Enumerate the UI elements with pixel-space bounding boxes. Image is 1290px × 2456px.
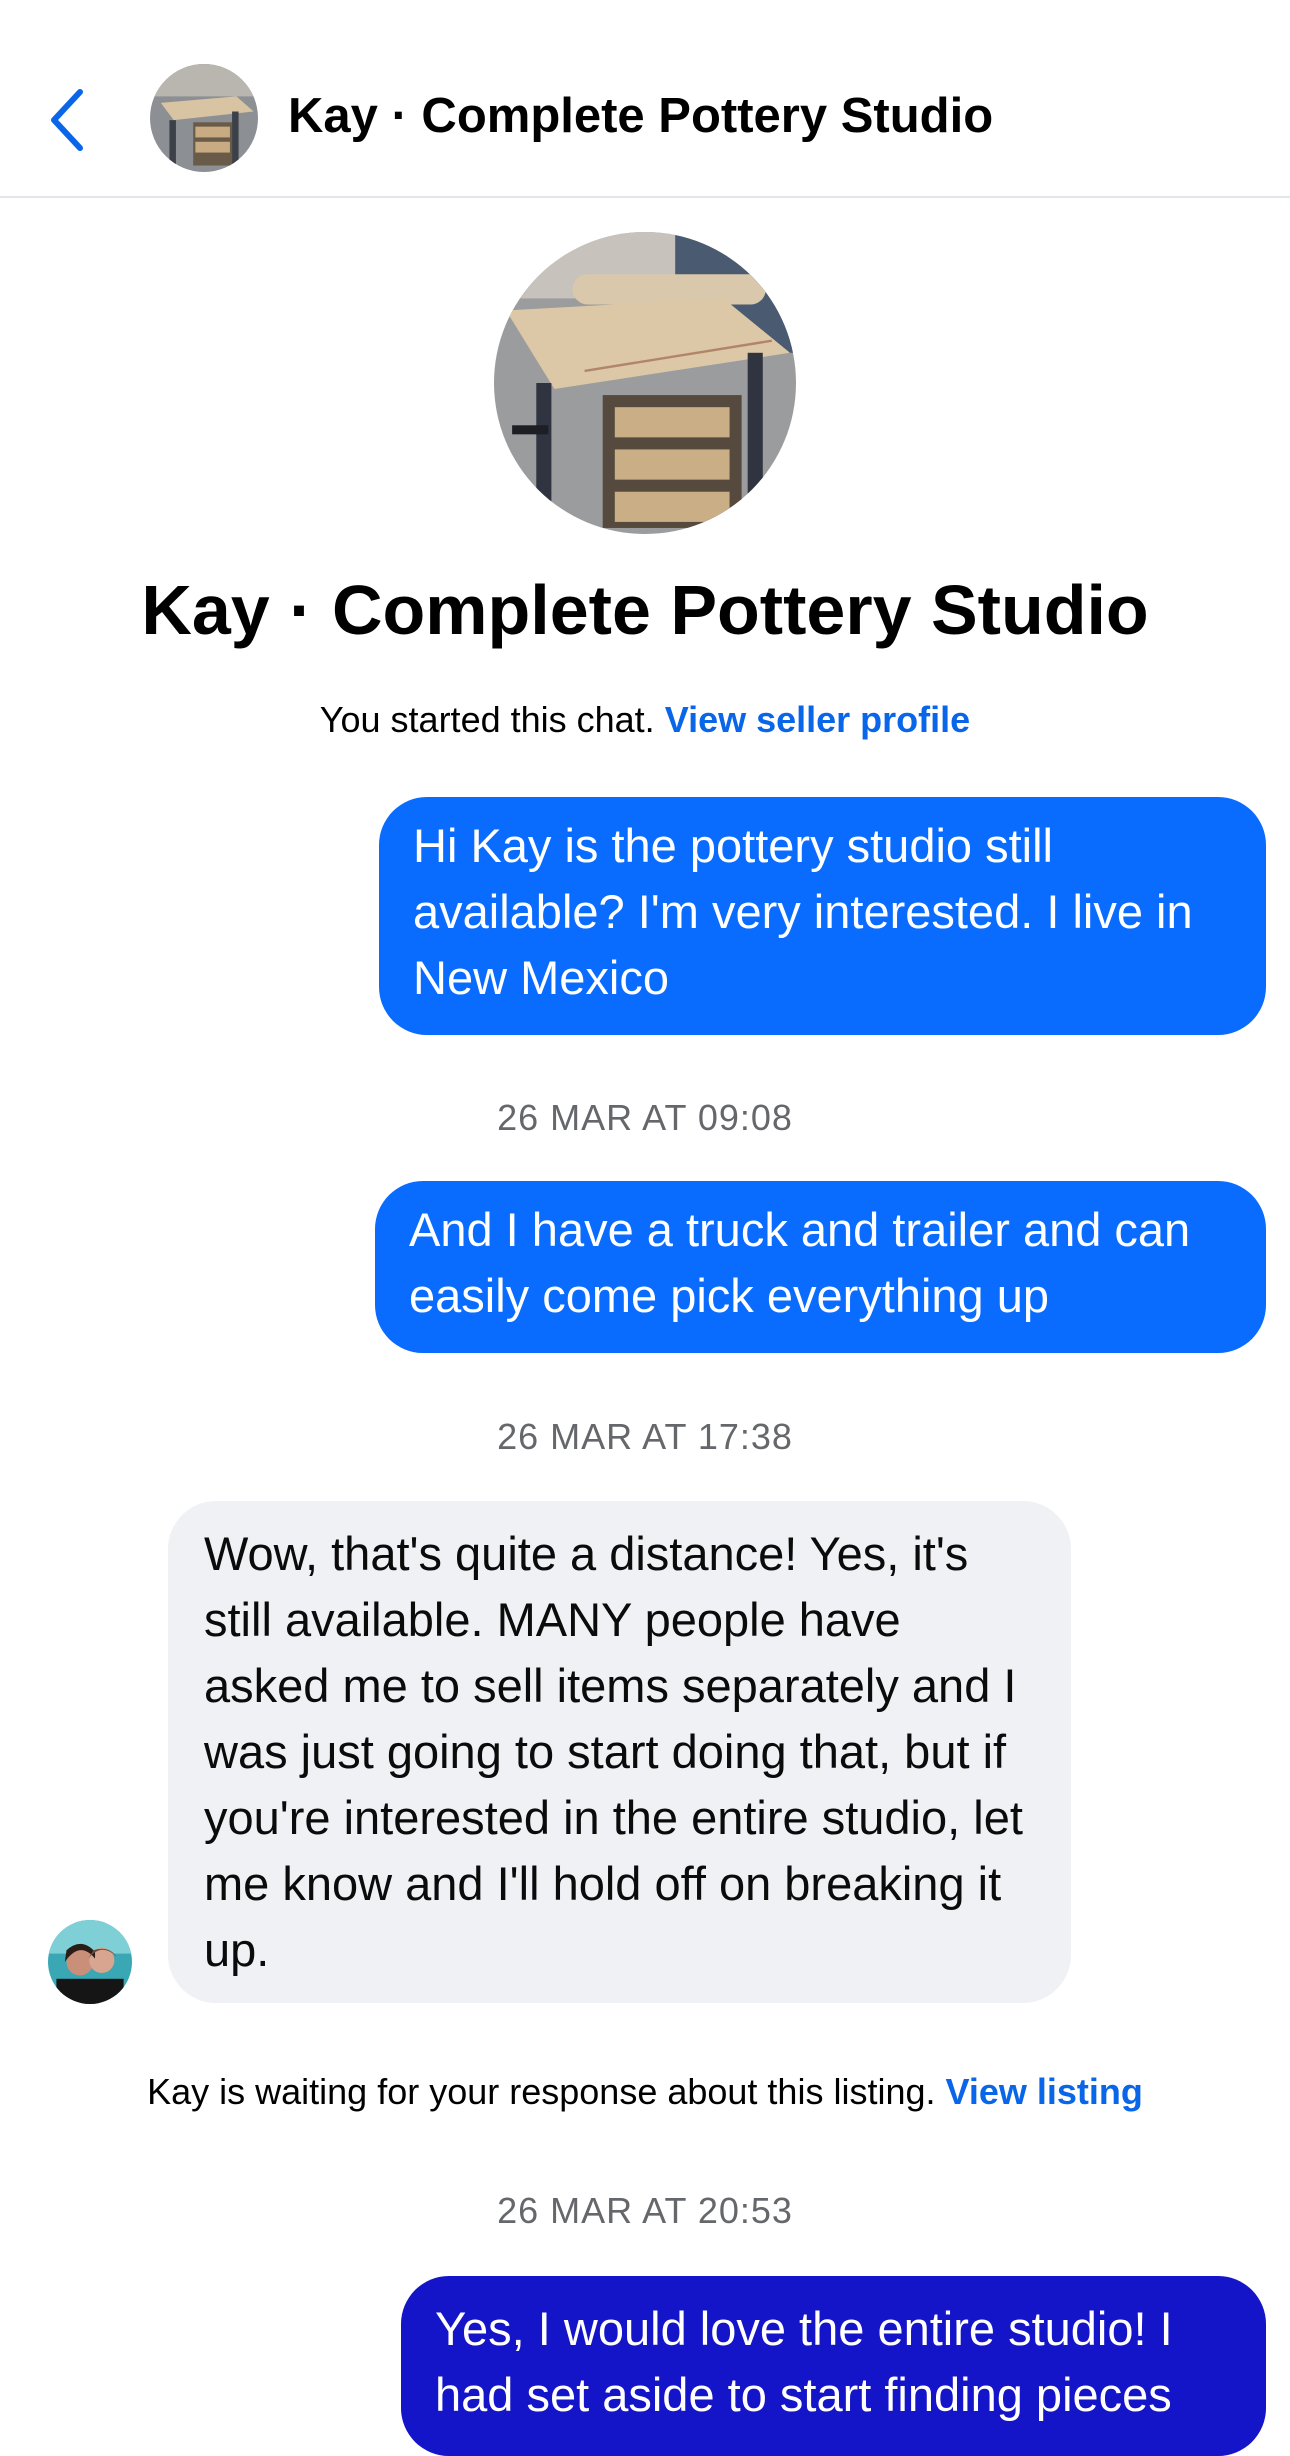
view-seller-profile-link[interactable]: View seller profile	[665, 699, 970, 740]
profile-avatar[interactable]	[494, 232, 796, 534]
waiting-text: Kay is waiting for your response about t…	[147, 2071, 936, 2112]
message-bubble-outgoing[interactable]: Hi Kay is the pottery studio still avail…	[379, 797, 1266, 1035]
view-listing-link[interactable]: View listing	[946, 2071, 1143, 2112]
user-photo-image	[48, 1920, 132, 2004]
message-timestamp: 26 MAR AT 20:53	[497, 2190, 793, 2231]
pottery-table-image	[150, 64, 258, 172]
chat-start-notice: You started this chat. View seller profi…	[0, 699, 1290, 741]
message-timestamp: 26 MAR AT 17:38	[497, 1416, 793, 1457]
profile-name: Kay · Complete Pottery Studio	[141, 571, 1149, 649]
message-bubble-outgoing[interactable]: Yes, I would love the entire studio! I h…	[401, 2276, 1266, 2456]
header-title[interactable]: Kay · Complete Pottery Studio	[288, 88, 993, 144]
started-text: You started this chat.	[319, 699, 655, 740]
pottery-table-image	[494, 232, 796, 534]
listing-waiting-notice: Kay is waiting for your response about t…	[0, 2071, 1290, 2113]
back-button[interactable]	[40, 80, 100, 160]
message-timestamp: 26 MAR AT 09:08	[497, 1097, 793, 1138]
header-avatar[interactable]	[150, 64, 258, 172]
chat-header: Kay · Complete Pottery Studio	[0, 0, 1290, 198]
sender-avatar[interactable]	[48, 1920, 132, 2004]
chevron-left-icon	[51, 89, 83, 151]
message-bubble-incoming[interactable]: Wow, that's quite a distance! Yes, it's …	[168, 1501, 1071, 2003]
message-bubble-outgoing[interactable]: And I have a truck and trailer and can e…	[375, 1181, 1266, 1353]
